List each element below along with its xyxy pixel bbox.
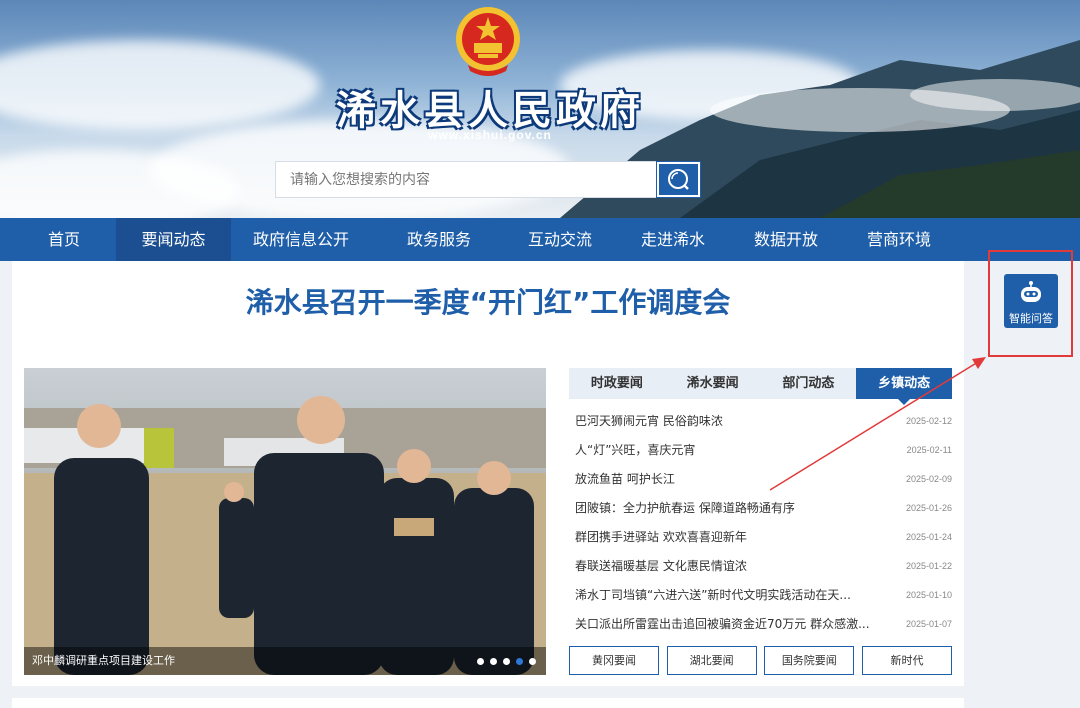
smart-qa-label: 智能问答 [1009, 312, 1053, 325]
news-item-date: 2025-02-09 [905, 473, 952, 484]
slideshow-caption[interactable]: 邓中麟调研重点项目建设工作 [32, 652, 175, 668]
news-item-title[interactable]: 春联送福暖基层 文化惠民情谊浓 [575, 557, 747, 574]
tab-xishui-news[interactable]: 浠水要闻 [665, 368, 761, 399]
next-section-edge [12, 698, 964, 708]
national-emblem-icon [456, 7, 520, 76]
news-item[interactable]: 浠水丁司垱镇“六进六送”新时代文明实践活动在天... 2025-01-10 [575, 580, 952, 609]
nav-item-about-xishui[interactable]: 走进浠水 [613, 218, 733, 261]
slide-dot-3[interactable] [503, 658, 510, 665]
nav-item-gov-info[interactable]: 政府信息公开 [231, 218, 371, 261]
news-item-date: 2025-01-24 [905, 531, 952, 542]
search-bar [275, 161, 701, 198]
nav-item-business-env[interactable]: 营商环境 [839, 218, 959, 261]
nav-item-news[interactable]: 要闻动态 [116, 218, 231, 261]
search-icon [668, 169, 689, 190]
news-item-date: 2025-01-07 [905, 618, 952, 629]
news-item-date: 2025-01-10 [905, 589, 952, 600]
search-button[interactable] [656, 161, 701, 198]
news-item-date: 2025-01-26 [905, 502, 952, 513]
news-item[interactable]: 春联送福暖基层 文化惠民情谊浓 2025-01-22 [575, 551, 952, 580]
news-item-date: 2025-02-11 [906, 444, 952, 455]
external-links: 黄冈要闻 湖北要闻 国务院要闻 新时代 [569, 646, 952, 675]
news-item[interactable]: 巴河天狮闹元宵 民俗韵味浓 2025-02-12 [575, 406, 952, 435]
news-item-title[interactable]: 巴河天狮闹元宵 民俗韵味浓 [575, 412, 723, 429]
slide-dot-1[interactable] [477, 658, 484, 665]
tab-department-news[interactable]: 部门动态 [761, 368, 857, 399]
nav-item-open-data[interactable]: 数据开放 [733, 218, 839, 261]
nav-item-interaction[interactable]: 互动交流 [507, 218, 613, 261]
news-item-title[interactable]: 群团携手进驿站 欢欢喜喜迎新年 [575, 528, 747, 545]
slideshow-pagination [477, 658, 536, 665]
news-item-title[interactable]: 浠水丁司垱镇“六进六送”新时代文明实践活动在天... [575, 586, 851, 603]
main-nav: 首页 要闻动态 政府信息公开 政务服务 互动交流 走进浠水 数据开放 营商环境 [0, 218, 1080, 261]
news-item-title[interactable]: 团陂镇：全力护航春运 保障道路畅通有序 [575, 499, 795, 516]
slide-dot-5[interactable] [529, 658, 536, 665]
news-panel: 时政要闻 浠水要闻 部门动态 乡镇动态 巴河天狮闹元宵 民俗韵味浓 2025-0… [569, 368, 952, 675]
news-item[interactable]: 关口派出所雷霆出击追回被骗资金近70万元 群众感激... 2025-01-07 [575, 609, 952, 638]
header-banner: 浠水县人民政府 www.xishui.gov.cn [0, 0, 1080, 218]
nav-item-services[interactable]: 政务服务 [371, 218, 507, 261]
news-slideshow[interactable]: 邓中麟调研重点项目建设工作 [24, 368, 546, 675]
news-list: 巴河天狮闹元宵 民俗韵味浓 2025-02-12 人“灯”兴旺，喜庆元宵 202… [575, 406, 952, 638]
nav-item-home[interactable]: 首页 [12, 218, 116, 261]
news-item-title[interactable]: 放流鱼苗 呵护长江 [575, 470, 675, 487]
link-state-council-news[interactable]: 国务院要闻 [764, 646, 855, 675]
link-huanggang-news[interactable]: 黄冈要闻 [569, 646, 659, 675]
site-url: www.xishui.gov.cn [428, 128, 552, 142]
news-tabs: 时政要闻 浠水要闻 部门动态 乡镇动态 [569, 368, 952, 405]
news-item[interactable]: 团陂镇：全力护航春运 保障道路畅通有序 2025-01-26 [575, 493, 952, 522]
news-item[interactable]: 群团携手进驿站 欢欢喜喜迎新年 2025-01-24 [575, 522, 952, 551]
headline-link[interactable]: 浠水县召开一季度“开门红”工作调度会 [12, 281, 964, 321]
tab-township-news[interactable]: 乡镇动态 [856, 368, 952, 405]
robot-icon [1021, 281, 1041, 302]
news-item-date: 2025-01-22 [905, 560, 952, 571]
tab-politics-news[interactable]: 时政要闻 [569, 368, 665, 399]
news-item-title[interactable]: 人“灯”兴旺，喜庆元宵 [575, 441, 695, 458]
smart-qa-button[interactable]: 智能问答 [1004, 274, 1058, 328]
slide-dot-2[interactable] [490, 658, 497, 665]
news-item[interactable]: 放流鱼苗 呵护长江 2025-02-09 [575, 464, 952, 493]
search-input[interactable] [276, 162, 658, 197]
slideshow-photo [24, 396, 546, 675]
link-new-era[interactable]: 新时代 [861, 646, 952, 675]
news-item-title[interactable]: 关口派出所雷霆出击追回被骗资金近70万元 群众感激... [575, 615, 870, 632]
news-item-date: 2025-02-12 [905, 415, 952, 426]
news-item[interactable]: 人“灯”兴旺，喜庆元宵 2025-02-11 [575, 435, 952, 464]
link-hubei-news[interactable]: 湖北要闻 [666, 646, 757, 675]
slide-dot-4[interactable] [516, 658, 523, 665]
main-content: 浠水县召开一季度“开门红”工作调度会 邓中麟调研重点项目建设工作 时政要闻 浠水… [12, 261, 964, 686]
